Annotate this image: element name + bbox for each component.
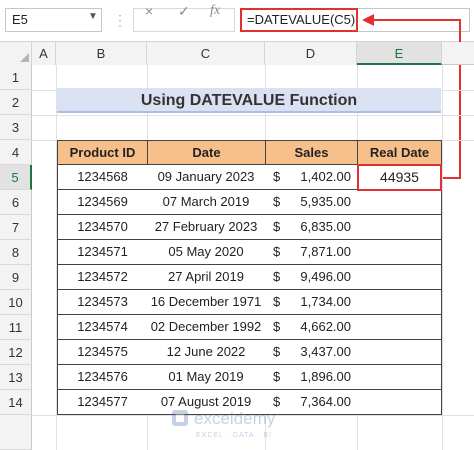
- header-real-date[interactable]: Real Date: [357, 140, 442, 165]
- cell-sales[interactable]: $7,871.00: [265, 240, 358, 265]
- cell-product-id[interactable]: 1234571: [57, 240, 148, 265]
- cell-sales[interactable]: $6,835.00: [265, 215, 358, 240]
- cell-sales[interactable]: $1,402.00: [265, 165, 358, 190]
- row-header-8[interactable]: 8: [0, 240, 32, 265]
- cell-date[interactable]: 02 December 1992: [147, 315, 266, 340]
- row-header-14[interactable]: 14: [0, 390, 32, 415]
- exceldemy-logo-icon: [172, 410, 188, 426]
- header-date[interactable]: Date: [147, 140, 266, 165]
- sales-amount: 6,835.00: [300, 219, 351, 234]
- cell-real-date[interactable]: [357, 215, 442, 240]
- cell-product-id[interactable]: 1234576: [57, 365, 148, 390]
- row-header-5[interactable]: 5: [0, 165, 32, 190]
- cell-date[interactable]: 09 January 2023: [147, 165, 266, 190]
- watermark-name: exceldemy: [194, 409, 276, 428]
- cell-product-id[interactable]: 1234572: [57, 265, 148, 290]
- currency-symbol: $: [273, 294, 281, 309]
- cell-real-date[interactable]: [357, 315, 442, 340]
- cell-date[interactable]: 05 May 2020: [147, 240, 266, 265]
- column-header-e[interactable]: E: [357, 42, 442, 65]
- cell-real-date[interactable]: [357, 265, 442, 290]
- cell-date[interactable]: 27 April 2019: [147, 265, 266, 290]
- row-header-1[interactable]: 1: [0, 65, 32, 90]
- cell-real-date[interactable]: [357, 365, 442, 390]
- sales-amount: 1,896.00: [300, 369, 351, 384]
- cell-date[interactable]: 07 March 2019: [147, 190, 266, 215]
- cell-date[interactable]: 01 May 2019: [147, 365, 266, 390]
- header-sales[interactable]: Sales: [265, 140, 358, 165]
- row-header-15[interactable]: [0, 415, 32, 450]
- sales-amount: 4,662.00: [300, 319, 351, 334]
- cell-date[interactable]: 16 December 1971: [147, 290, 266, 315]
- sales-amount: 1,734.00: [300, 294, 351, 309]
- row-header-12[interactable]: 12: [0, 340, 32, 365]
- row-header-2[interactable]: 2: [0, 90, 32, 115]
- column-header-a[interactable]: A: [32, 42, 56, 65]
- cell-real-date[interactable]: [357, 190, 442, 215]
- cell-date[interactable]: 27 February 2023: [147, 215, 266, 240]
- cell-sales[interactable]: $4,662.00: [265, 315, 358, 340]
- currency-symbol: $: [273, 194, 281, 209]
- row-header-3[interactable]: 3: [0, 115, 32, 140]
- currency-symbol: $: [273, 244, 281, 259]
- currency-symbol: $: [273, 344, 281, 359]
- currency-symbol: $: [273, 319, 281, 334]
- cell-real-date[interactable]: [357, 290, 442, 315]
- column-header-c[interactable]: C: [147, 42, 265, 65]
- sales-amount: 5,935.00: [300, 194, 351, 209]
- cell-product-id[interactable]: 1234573: [57, 290, 148, 315]
- header-product-id[interactable]: Product ID: [57, 140, 148, 165]
- active-cell-e5[interactable]: 44935: [357, 164, 442, 191]
- sales-amount: 9,496.00: [300, 269, 351, 284]
- cell-real-date[interactable]: [357, 390, 442, 415]
- sales-amount: 1,402.00: [300, 169, 351, 184]
- gridline: [32, 115, 474, 116]
- row-header-9[interactable]: 9: [0, 265, 32, 290]
- cell-product-id[interactable]: 1234575: [57, 340, 148, 365]
- column-header-d[interactable]: D: [265, 42, 357, 65]
- cell-date[interactable]: 12 June 2022: [147, 340, 266, 365]
- column-header-b[interactable]: B: [56, 42, 147, 65]
- cell-product-id[interactable]: 1234569: [57, 190, 148, 215]
- row-header-7[interactable]: 7: [0, 215, 32, 240]
- cell-sales[interactable]: $5,935.00: [265, 190, 358, 215]
- currency-symbol: $: [273, 269, 281, 284]
- currency-symbol: $: [273, 169, 281, 184]
- cell-sales[interactable]: $1,896.00: [265, 365, 358, 390]
- currency-symbol: $: [273, 369, 281, 384]
- cell-sales[interactable]: $1,734.00: [265, 290, 358, 315]
- exceldemy-watermark: exceldemy EXCEL · DATA · BI: [172, 409, 276, 439]
- sales-amount: 3,437.00: [300, 344, 351, 359]
- select-all-icon: [20, 53, 29, 62]
- row-header-4[interactable]: 4: [0, 140, 32, 165]
- sheet-title[interactable]: Using DATEVALUE Function: [57, 88, 441, 113]
- currency-symbol: $: [273, 219, 281, 234]
- cell-real-date[interactable]: [357, 240, 442, 265]
- row-header-11[interactable]: 11: [0, 315, 32, 340]
- cell-sales[interactable]: $3,437.00: [265, 340, 358, 365]
- row-header-6[interactable]: 6: [0, 190, 32, 215]
- cell-real-date[interactable]: [357, 340, 442, 365]
- cell-product-id[interactable]: 1234568: [57, 165, 148, 190]
- cell-sales[interactable]: $9,496.00: [265, 265, 358, 290]
- sales-amount: 7,871.00: [300, 244, 351, 259]
- gridline: [442, 65, 443, 450]
- cell-product-id[interactable]: 1234574: [57, 315, 148, 340]
- cell-product-id[interactable]: 1234577: [57, 390, 148, 415]
- row-header-13[interactable]: 13: [0, 365, 32, 390]
- row-header-10[interactable]: 10: [0, 290, 32, 315]
- cell-product-id[interactable]: 1234570: [57, 215, 148, 240]
- watermark-tagline: EXCEL · DATA · BI: [196, 432, 272, 439]
